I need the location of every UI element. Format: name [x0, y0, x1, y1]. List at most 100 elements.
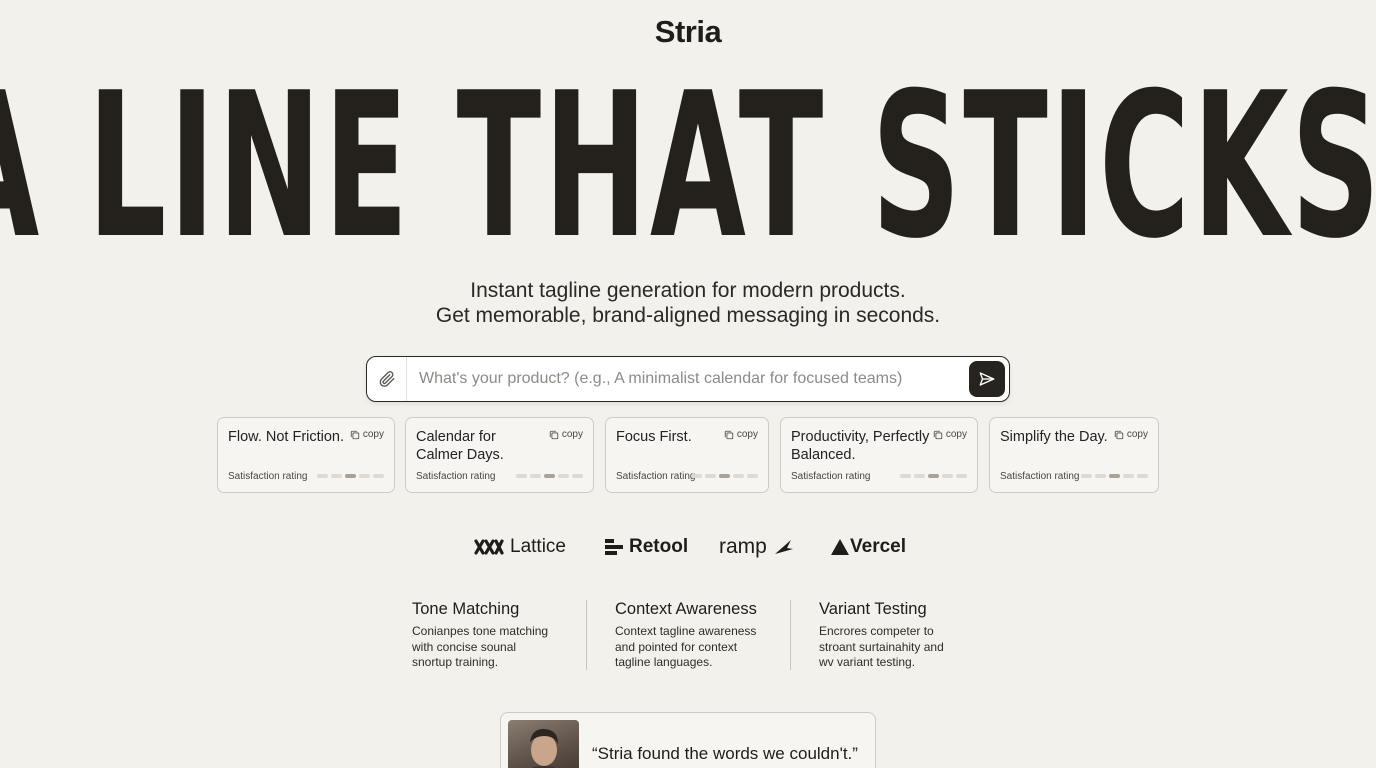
- satisfaction-rating[interactable]: [691, 474, 758, 478]
- rating-dot[interactable]: [558, 474, 569, 478]
- tagline-text: Simplify the Day.: [1000, 429, 1108, 445]
- logo-lattice: Lattice: [474, 532, 566, 562]
- tagline-card[interactable]: Focus First. copy Satisfaction rating: [605, 417, 769, 493]
- tagline-text: Calendar for Calmer Days.: [416, 429, 504, 463]
- hero-headline: A LINE THAT STICKS.: [0, 50, 1376, 283]
- tagline-text: Productivity, Perfectly Balanced.: [791, 429, 930, 463]
- testimonial-quote: “Stria found the words we couldn't.”: [592, 744, 858, 763]
- rating-dot[interactable]: [1095, 474, 1106, 478]
- copy-icon: [350, 430, 360, 439]
- customer-logos: Lattice Retool ramp Vercel: [0, 532, 1376, 562]
- feature-description: Conianpes tone matching with concise sou…: [412, 624, 549, 669]
- copy-button[interactable]: copy: [549, 429, 583, 440]
- logo-ramp: ramp: [719, 532, 795, 562]
- send-arrow-icon: [979, 372, 995, 386]
- rating-dot[interactable]: [516, 474, 527, 478]
- feature-description: Encrores competer to stroant surtainahit…: [819, 624, 944, 669]
- subheadline-line-2: Get memorable, brand-aligned messaging i…: [435, 304, 941, 327]
- rating-dot[interactable]: [705, 474, 716, 478]
- copy-label: copy: [945, 429, 967, 440]
- copy-icon: [549, 430, 559, 439]
- tagline-card[interactable]: Productivity, Perfectly Balanced. copy S…: [780, 417, 978, 493]
- copy-button[interactable]: copy: [350, 429, 384, 440]
- tagline-card[interactable]: Flow. Not Friction. copy Satisfaction ra…: [217, 417, 395, 493]
- feature-description: Context tagline awareness and pointed fo…: [615, 624, 757, 669]
- logo-name: ramp: [719, 535, 767, 558]
- rating-label: Satisfaction rating: [1000, 471, 1080, 482]
- product-search-bar: [366, 356, 1010, 402]
- copy-button[interactable]: copy: [724, 429, 758, 440]
- logo-vercel: Vercel: [831, 532, 906, 562]
- feature-context-awareness: Context Awareness Context tagline awaren…: [615, 598, 775, 671]
- rating-dot[interactable]: [942, 474, 953, 478]
- feature-divider: [790, 600, 791, 670]
- logo-name: Retool: [629, 536, 689, 557]
- rating-dot[interactable]: [956, 474, 967, 478]
- rating-dot[interactable]: [733, 474, 744, 478]
- copy-button[interactable]: copy: [933, 429, 967, 440]
- feature-title: Variant Testing: [819, 600, 927, 618]
- feature-divider: [586, 600, 587, 670]
- retool-logo-icon: [605, 539, 623, 555]
- subheadline: Instant tagline generation for modern pr…: [0, 278, 1376, 328]
- copy-icon: [1114, 430, 1124, 439]
- tagline-results: Flow. Not Friction. copy Satisfaction ra…: [0, 417, 1376, 493]
- logo-name: Vercel: [850, 536, 906, 557]
- rating-dot[interactable]: [900, 474, 911, 478]
- logo-retool: Retool: [605, 532, 688, 562]
- satisfaction-rating[interactable]: [1081, 474, 1148, 478]
- copy-label: copy: [561, 429, 583, 440]
- paperclip-icon: [379, 371, 394, 387]
- copy-label: copy: [736, 429, 758, 440]
- rating-dot[interactable]: [928, 474, 939, 478]
- satisfaction-rating[interactable]: [516, 474, 583, 478]
- rating-dot[interactable]: [331, 474, 342, 478]
- copy-icon: [724, 430, 734, 439]
- rating-dot[interactable]: [572, 474, 583, 478]
- rating-dot[interactable]: [1081, 474, 1092, 478]
- feature-tone-matching: Tone Matching Conianpes tone matching wi…: [412, 598, 572, 671]
- copy-button[interactable]: copy: [1114, 429, 1148, 440]
- tagline-text: Flow. Not Friction.: [228, 429, 345, 445]
- avatar: [508, 720, 579, 768]
- feature-variant-testing: Variant Testing Encrores competer to str…: [819, 598, 979, 671]
- feature-title: Context Awareness: [615, 600, 757, 618]
- testimonial-card: “Stria found the words we couldn't.”: [500, 712, 876, 768]
- hero: A LINE THAT STICKS.: [0, 62, 1376, 272]
- copy-icon: [933, 430, 943, 439]
- send-button[interactable]: [969, 361, 1005, 397]
- rating-dot[interactable]: [530, 474, 541, 478]
- rating-dot[interactable]: [719, 474, 730, 478]
- satisfaction-rating[interactable]: [900, 474, 967, 478]
- vercel-triangle-icon: [831, 539, 849, 555]
- attach-button[interactable]: [367, 357, 407, 401]
- rating-dot[interactable]: [373, 474, 384, 478]
- tagline-text: Focus First.: [616, 429, 692, 445]
- feature-title: Tone Matching: [412, 600, 520, 618]
- rating-dot[interactable]: [317, 474, 328, 478]
- rating-dot[interactable]: [691, 474, 702, 478]
- rating-dot[interactable]: [1137, 474, 1148, 478]
- rating-dot[interactable]: [544, 474, 555, 478]
- ramp-logo-icon: [774, 540, 793, 554]
- copy-label: copy: [362, 429, 384, 440]
- rating-dot[interactable]: [914, 474, 925, 478]
- rating-label: Satisfaction rating: [791, 471, 871, 482]
- rating-dot[interactable]: [1109, 474, 1120, 478]
- rating-dot[interactable]: [1123, 474, 1134, 478]
- rating-dot[interactable]: [359, 474, 370, 478]
- subheadline-line-1: Instant tagline generation for modern pr…: [470, 279, 906, 302]
- rating-label: Satisfaction rating: [616, 471, 696, 482]
- logo-name: Lattice: [510, 536, 566, 557]
- copy-label: copy: [1126, 429, 1148, 440]
- tagline-card[interactable]: Simplify the Day. copy Satisfaction rati…: [989, 417, 1159, 493]
- lattice-logo-icon: [474, 539, 504, 555]
- product-input[interactable]: [407, 357, 969, 401]
- brand-logo[interactable]: Stria: [0, 14, 1376, 50]
- satisfaction-rating[interactable]: [317, 474, 384, 478]
- rating-label: Satisfaction rating: [228, 471, 308, 482]
- rating-dot[interactable]: [345, 474, 356, 478]
- rating-label: Satisfaction rating: [416, 471, 496, 482]
- tagline-card[interactable]: Calendar for Calmer Days. copy Satisfact…: [405, 417, 594, 493]
- rating-dot[interactable]: [747, 474, 758, 478]
